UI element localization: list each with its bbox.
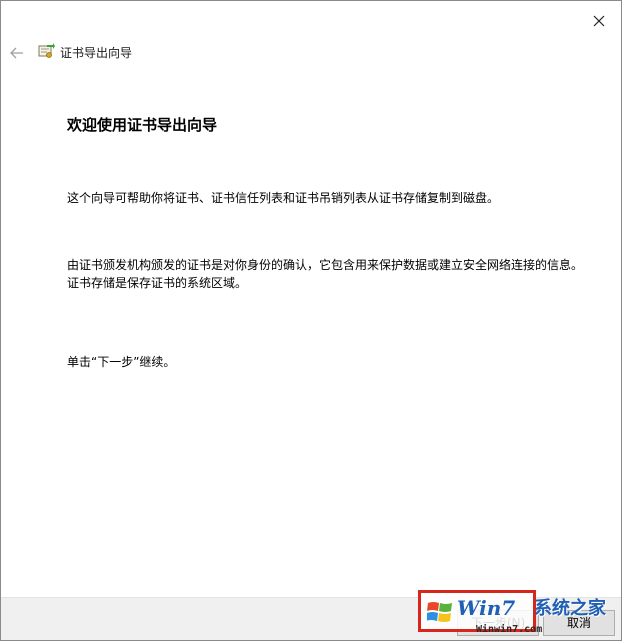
watermark-site-name: 系统之家 <box>534 598 606 619</box>
watermark-url: Winwin7.com <box>476 624 543 635</box>
site-watermark: Win7 系统之家 Winwin7.com <box>418 590 621 640</box>
back-button[interactable] <box>10 45 24 59</box>
back-arrow-icon <box>10 47 23 59</box>
close-icon <box>593 15 605 27</box>
certificate-wizard-icon <box>38 43 55 60</box>
description-paragraph: 由证书颁发机构颁发的证书是对你身份的确认，它包含用来保护数据或建立安全网络连接的… <box>67 258 584 290</box>
windows-logo-icon <box>427 602 452 622</box>
continue-instruction: 单击“下一步”继续。 <box>67 355 176 369</box>
page-heading: 欢迎使用证书导出向导 <box>67 116 218 134</box>
close-button[interactable] <box>591 13 607 29</box>
wizard-title: 证书导出向导 <box>60 46 133 60</box>
intro-paragraph: 这个向导可帮助你将证书、证书信任列表和证书吊销列表从证书存储复制到磁盘。 <box>67 191 500 205</box>
watermark-brand: Win7 <box>457 596 516 620</box>
certificate-export-wizard-window: 证书导出向导 欢迎使用证书导出向导 这个向导可帮助你将证书、证书信任列表和证书吊… <box>0 0 622 641</box>
